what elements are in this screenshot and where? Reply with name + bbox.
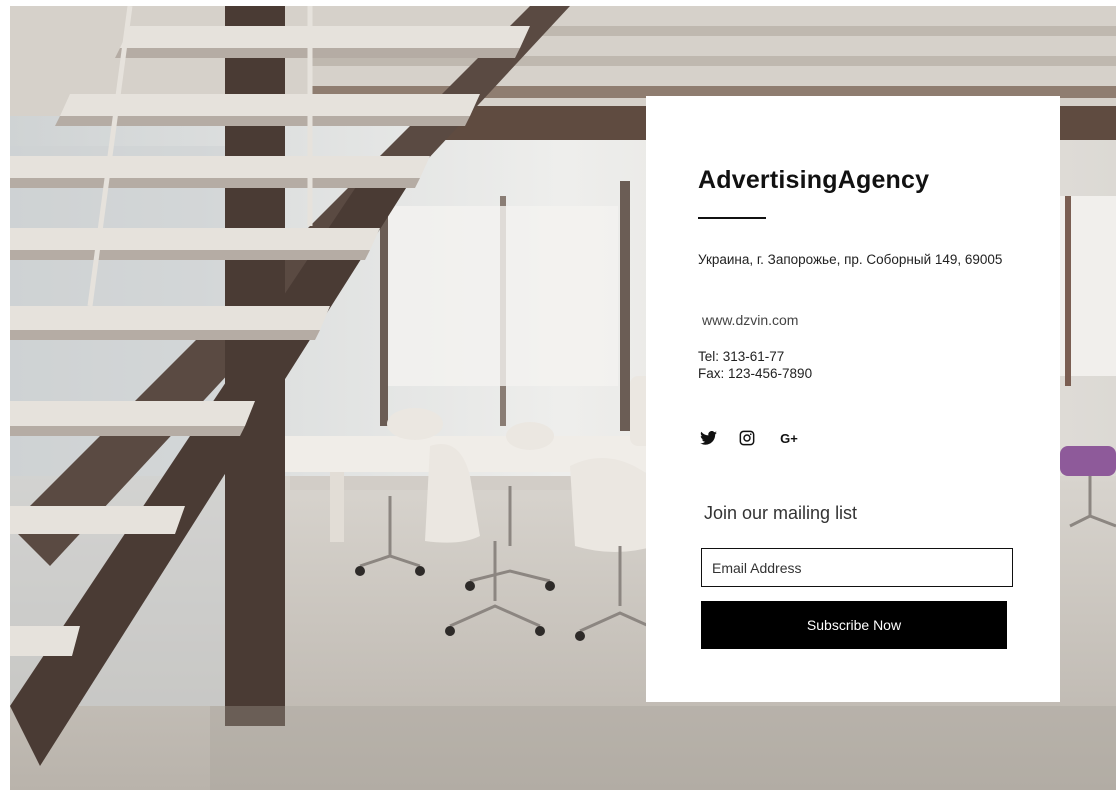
subscribe-now-button[interactable]: Subscribe Now [701, 601, 1007, 649]
website-link[interactable]: www.dzvin.com [702, 312, 798, 328]
contact-card: AdvertisingAgency Украина, г. Запорожье,… [646, 96, 1060, 702]
phone-text: Tel: 313-61-77 [698, 349, 785, 364]
brand-title: AdvertisingAgency [698, 166, 930, 194]
mailing-list-heading: Join our mailing list [704, 503, 858, 523]
fax-text: Fax: 123-456-7890 [698, 366, 813, 381]
address-text: Украина, г. Запорожье, пр. Соборный 149,… [698, 252, 1003, 267]
instagram-icon[interactable] [737, 428, 757, 448]
twitter-icon[interactable] [698, 428, 718, 448]
email-address-input[interactable] [701, 548, 1013, 587]
social-links: G+ [698, 428, 802, 448]
contact-numbers: Tel: 313-61-77 Fax: 123-456-7890 [698, 348, 812, 382]
brand-divider [698, 217, 766, 219]
google-plus-icon[interactable]: G+ [776, 428, 802, 448]
